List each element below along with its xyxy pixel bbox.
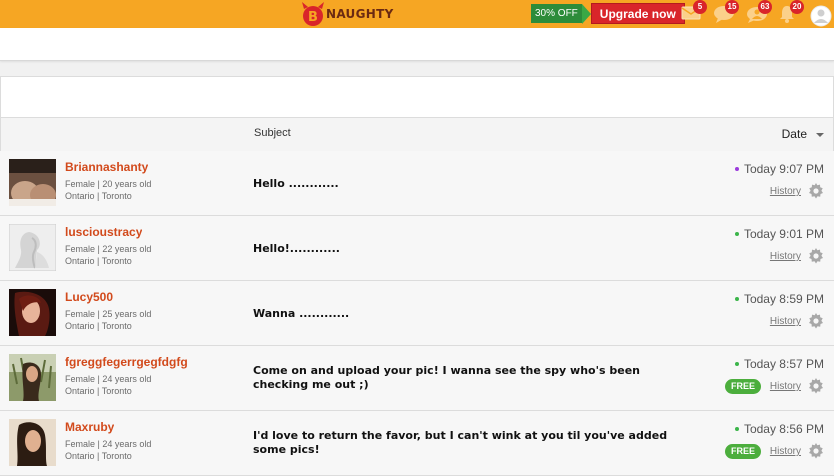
username-link[interactable]: fgreggfegerrgegfdgfgr xyxy=(65,355,187,369)
upgrade-now-button[interactable]: Upgrade now xyxy=(590,3,685,24)
history-link[interactable]: History xyxy=(770,446,801,457)
gear-icon[interactable] xyxy=(808,313,824,329)
avatar[interactable] xyxy=(9,159,56,206)
svg-text:B: B xyxy=(308,10,318,25)
discount-badge[interactable]: 30% OFF xyxy=(531,4,582,23)
history-link[interactable]: History xyxy=(770,186,801,197)
sub-header xyxy=(0,28,834,61)
notifications-button[interactable]: 20 xyxy=(778,0,804,25)
message-time: Today 9:01 PM xyxy=(743,227,824,241)
message-time: Today 8:56 PM xyxy=(743,422,824,436)
gender-age-text: Female | 22 years old xyxy=(65,244,152,254)
message-subject[interactable]: I'd love to return the favor, but I can'… xyxy=(253,429,683,457)
location-text: Ontario | Toronto xyxy=(65,451,132,461)
gender-age-text: Female | 25 years old xyxy=(65,309,152,319)
location-text: Ontario | Toronto xyxy=(65,191,132,201)
username-link[interactable]: Briannashanty xyxy=(65,160,148,174)
sort-caret-icon[interactable] xyxy=(816,133,824,137)
message-subject[interactable]: Come on and upload your pic! I wanna see… xyxy=(253,364,683,392)
message-subject[interactable]: Hello ............ xyxy=(253,177,683,191)
profile-menu-button[interactable] xyxy=(809,3,833,27)
free-badge: FREE xyxy=(724,379,761,394)
mail-count-badge: 5 xyxy=(693,0,707,14)
location-text: Ontario | Toronto xyxy=(65,321,132,331)
contacts-count-badge: 63 xyxy=(758,0,772,14)
panel-toolbar xyxy=(1,77,833,118)
gender-age-text: Female | 24 years old xyxy=(65,374,152,384)
history-link[interactable]: History xyxy=(770,316,801,327)
status-dot-icon xyxy=(735,232,739,236)
subject-column-header: Subject xyxy=(254,127,291,139)
arrow-right-icon xyxy=(581,3,591,24)
username-link[interactable]: Maxruby xyxy=(65,420,114,434)
notifications-count-badge: 20 xyxy=(790,0,804,14)
message-row[interactable]: Lucy500 Female | 25 years old Ontario | … xyxy=(0,281,834,346)
gear-icon[interactable] xyxy=(808,183,824,199)
status-dot-icon xyxy=(735,362,739,366)
avatar[interactable] xyxy=(9,354,56,401)
devil-logo-icon: B xyxy=(296,0,330,28)
logo-text: NAUGHTY xyxy=(326,7,394,21)
avatar[interactable] xyxy=(9,419,56,466)
message-row[interactable]: Briannashanty Female | 20 years old Onta… xyxy=(0,151,834,216)
username-link[interactable]: luscioustracy xyxy=(65,225,142,239)
history-link[interactable]: History xyxy=(770,381,801,392)
chat-button[interactable]: 15 xyxy=(713,0,739,25)
message-time: Today 8:59 PM xyxy=(743,292,824,306)
message-subject[interactable]: Hello!............ xyxy=(253,242,683,256)
top-navigation-bar: B NAUGHTY 30% OFF Upgrade now 5 15 63 20 xyxy=(0,0,834,28)
gear-icon[interactable] xyxy=(808,248,824,264)
upgrade-promo[interactable]: 30% OFF Upgrade now xyxy=(531,3,685,24)
message-row[interactable]: luscioustracy Female | 22 years old Onta… xyxy=(0,216,834,281)
status-dot-icon xyxy=(735,297,739,301)
gender-age-text: Female | 20 years old xyxy=(65,179,152,189)
column-header-row: Subject Date xyxy=(1,118,833,152)
avatar[interactable] xyxy=(9,224,56,271)
mail-button[interactable]: 5 xyxy=(681,0,707,25)
gear-icon[interactable] xyxy=(808,443,824,459)
contacts-button[interactable]: 63 xyxy=(746,0,772,25)
free-badge: FREE xyxy=(724,444,761,459)
message-subject[interactable]: Wanna ............ xyxy=(253,307,683,321)
gear-icon[interactable] xyxy=(808,378,824,394)
location-text: Ontario | Toronto xyxy=(65,386,132,396)
message-row[interactable]: fgreggfegerrgegfdgfgr Female | 24 years … xyxy=(0,346,834,411)
username-link[interactable]: Lucy500 xyxy=(65,290,113,304)
profile-icon xyxy=(810,5,832,27)
status-dot-icon xyxy=(735,167,739,171)
message-row[interactable]: Maxruby Female | 24 years old Ontario | … xyxy=(0,411,834,476)
message-time: Today 9:07 PM xyxy=(743,162,824,176)
site-logo[interactable]: B NAUGHTY xyxy=(296,0,394,28)
date-column-header[interactable]: Date xyxy=(782,127,807,141)
location-text: Ontario | Toronto xyxy=(65,256,132,266)
chat-count-badge: 15 xyxy=(725,0,739,14)
message-time: Today 8:57 PM xyxy=(743,357,824,371)
gender-age-text: Female | 24 years old xyxy=(65,439,152,449)
history-link[interactable]: History xyxy=(770,251,801,262)
avatar[interactable] xyxy=(9,289,56,336)
status-dot-icon xyxy=(735,427,739,431)
